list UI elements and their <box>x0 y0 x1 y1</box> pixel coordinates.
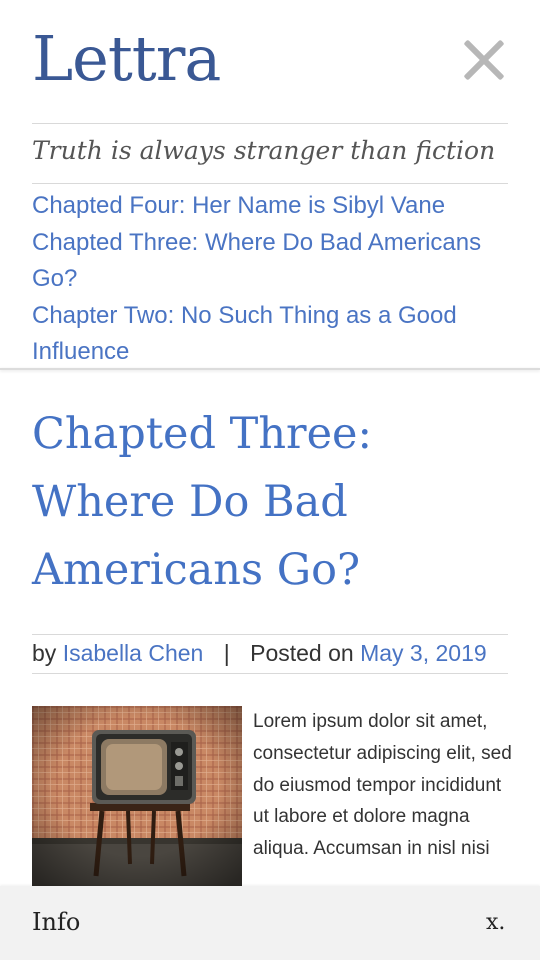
author-link[interactable]: Isabella Chen <box>63 640 204 666</box>
menu-divider <box>0 368 540 370</box>
recent-post-link[interactable]: Chapted Four: Her Name is Sibyl Vane <box>32 188 502 225</box>
recent-post-link[interactable]: Chapter Two: No Such Thing as a Good Inf… <box>32 298 502 371</box>
divider <box>32 673 508 674</box>
divider <box>32 634 508 635</box>
post-thumbnail[interactable] <box>32 706 242 886</box>
divider <box>32 183 508 184</box>
info-label[interactable]: Info <box>32 908 80 936</box>
info-bar: Info x. <box>0 886 540 960</box>
recent-post-link[interactable]: Chapted Three: Where Do Bad Americans Go… <box>32 225 502 298</box>
divider <box>32 123 508 124</box>
close-icon[interactable] <box>462 38 506 82</box>
meta-separator: | <box>223 640 230 666</box>
posted-label: Posted on <box>250 640 354 666</box>
recent-posts-list: Chapted Four: Her Name is Sibyl Vane Cha… <box>32 188 502 371</box>
info-close-button[interactable]: x. <box>486 910 505 935</box>
by-label: by <box>32 640 57 666</box>
post-title[interactable]: Chapted Three: Where Do Bad Americans Go… <box>32 400 502 604</box>
post-date-link[interactable]: May 3, 2019 <box>360 640 487 666</box>
post-meta: by Isabella Chen | Posted on May 3, 2019 <box>32 640 487 667</box>
tagline: Truth is always stranger than fiction <box>32 136 496 165</box>
post-excerpt: Lorem ipsum dolor sit amet, consectetur … <box>253 711 512 860</box>
site-title[interactable]: Lettra <box>32 22 221 95</box>
